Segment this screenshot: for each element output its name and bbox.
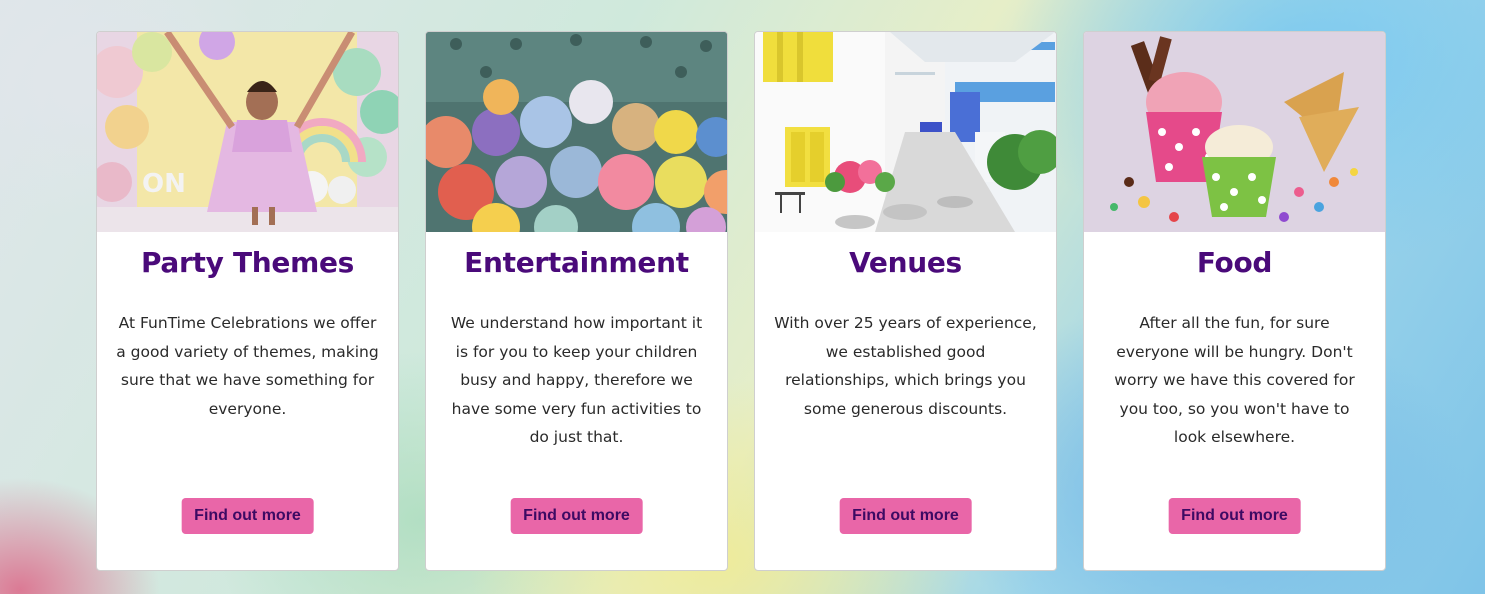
card-description: At FunTime Celebrations we offer a good … [116, 314, 379, 418]
svg-text:ON: ON [142, 169, 186, 199]
card-title: Entertainment [464, 246, 689, 279]
card-description: With over 25 years of experience, we est… [774, 314, 1037, 418]
find-out-more-button[interactable]: Find out more [181, 498, 314, 534]
party-themes-image: ON [97, 32, 398, 232]
food-image [1084, 32, 1385, 232]
card-party-themes: ON Party Themes At FunTime Celebrations … [96, 31, 399, 571]
venues-image [755, 32, 1056, 232]
card-description: We understand how important it is for yo… [450, 314, 703, 446]
card-food: Food After all the fun, for sure everyon… [1083, 31, 1386, 571]
card-title: Venues [849, 246, 962, 279]
find-out-more-button[interactable]: Find out more [1168, 498, 1301, 534]
card-title: Party Themes [140, 246, 355, 279]
find-out-more-button[interactable]: Find out more [839, 498, 972, 534]
card-description: After all the fun, for sure everyone wil… [1114, 314, 1355, 446]
card-title: Food [1196, 246, 1273, 279]
entertainment-image [426, 32, 727, 232]
services-card-row: ON Party Themes At FunTime Celebrations … [96, 31, 1386, 571]
card-venues: Venues With over 25 years of experience,… [754, 31, 1057, 571]
find-out-more-button[interactable]: Find out more [510, 498, 643, 534]
card-entertainment: Entertainment We understand how importan… [425, 31, 728, 571]
